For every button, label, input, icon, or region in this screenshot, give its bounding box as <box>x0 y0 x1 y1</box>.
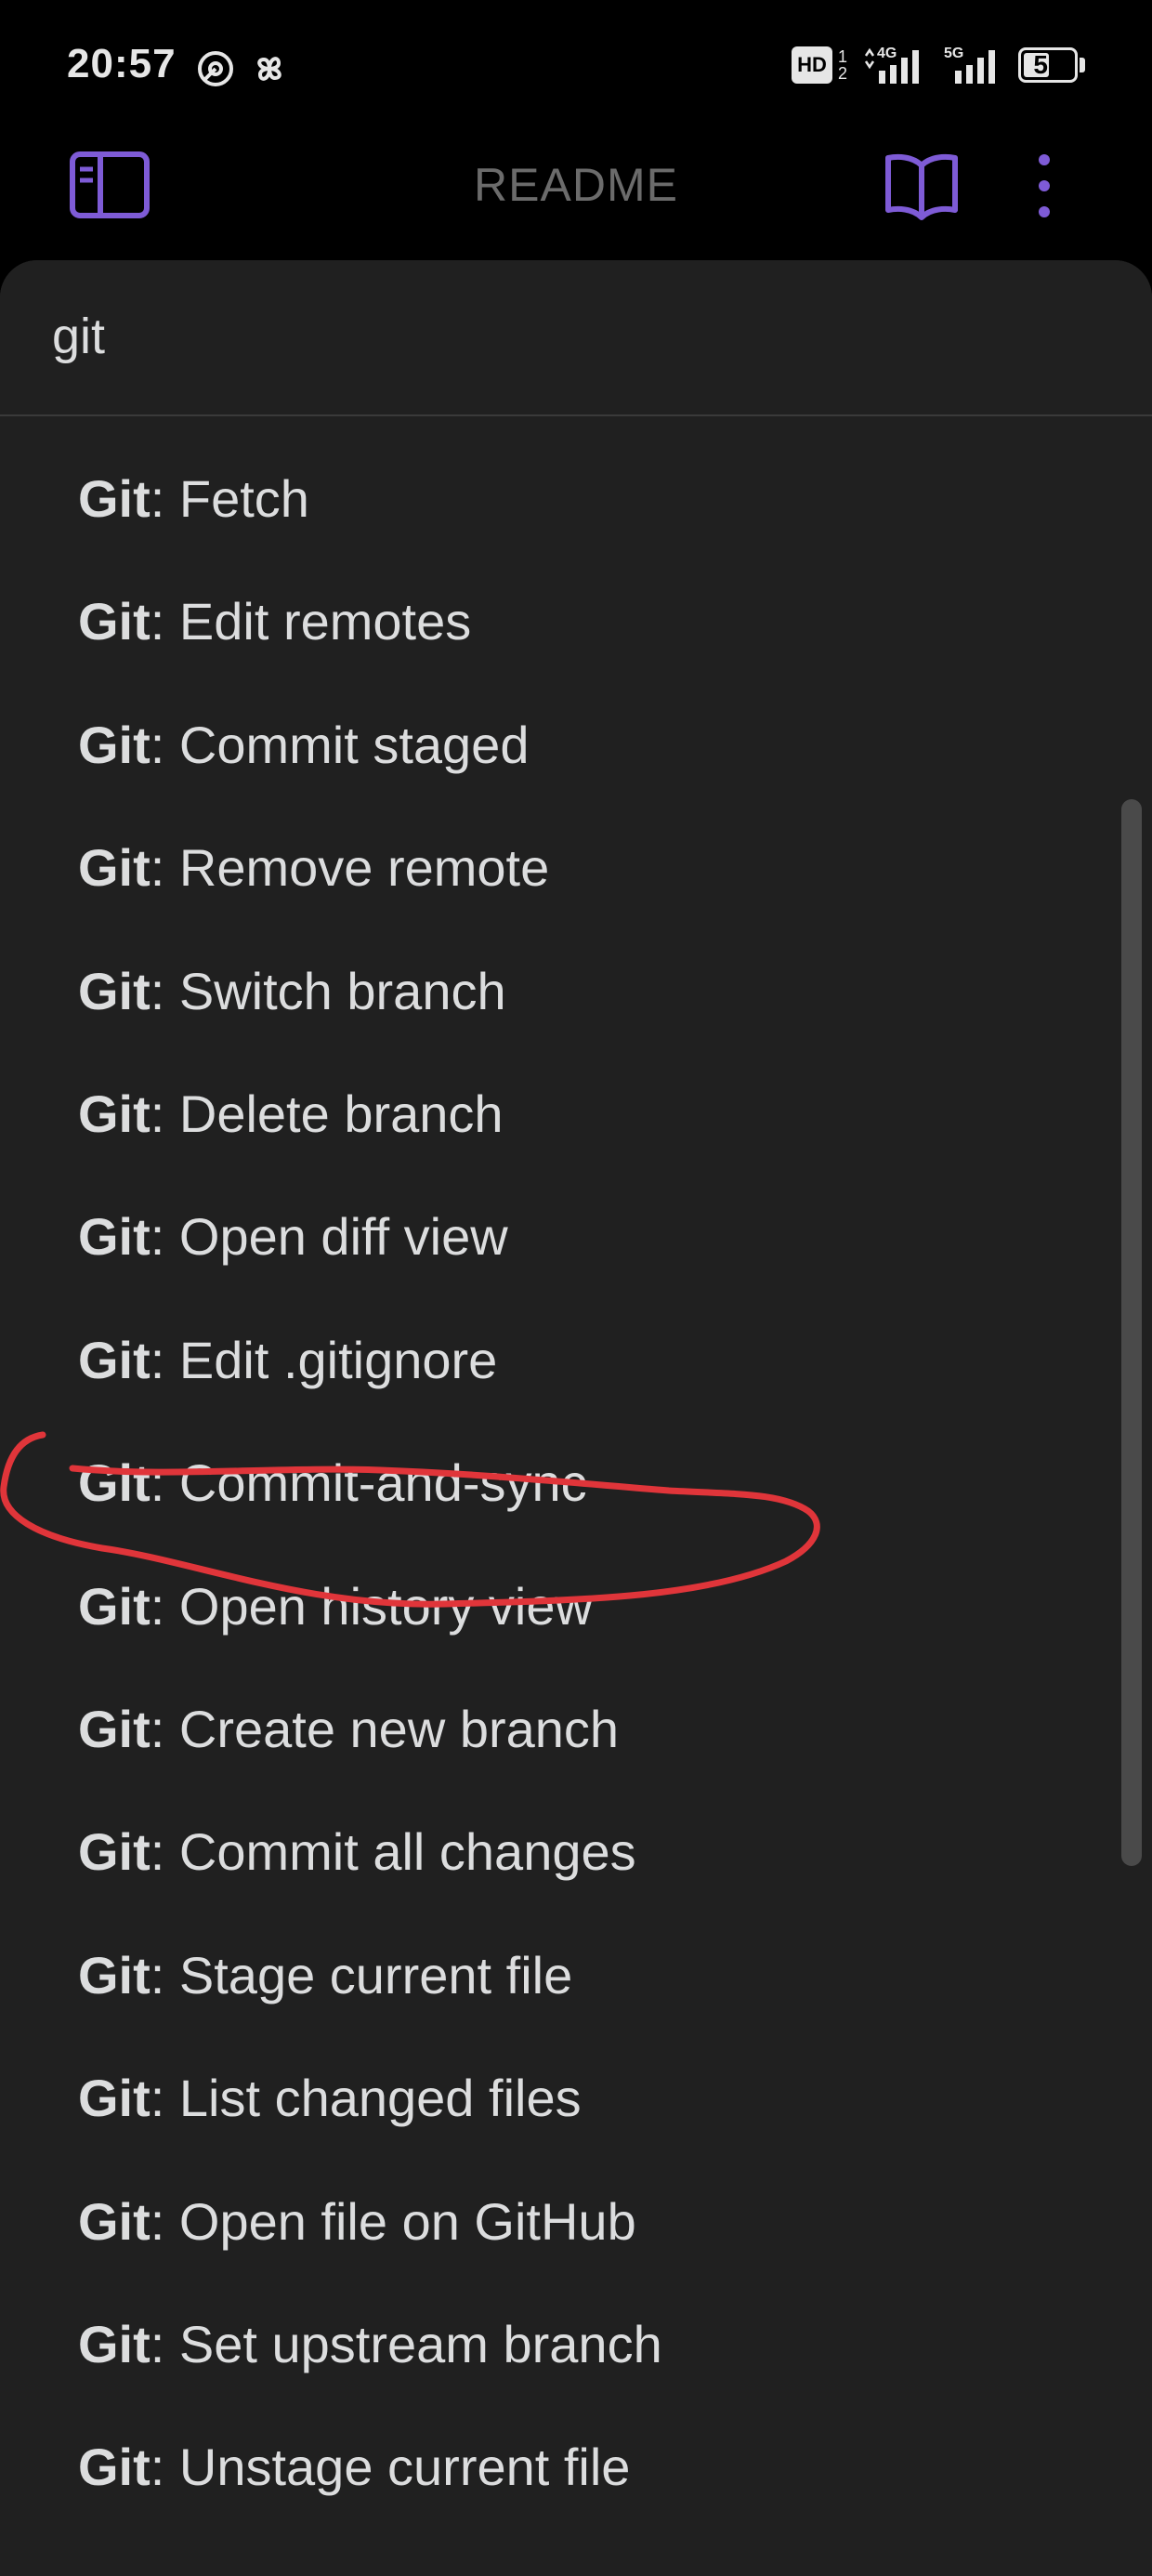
command-search-input[interactable] <box>52 299 981 374</box>
command-item-label: : Unstage current file <box>150 2438 631 2497</box>
command-item[interactable]: Git: Push <box>0 416 1096 437</box>
command-item-prefix: Git <box>78 2191 151 2251</box>
pinwheel-icon <box>257 57 281 81</box>
more-options-icon[interactable] <box>1028 149 1061 223</box>
command-item[interactable]: Git: Open file on GitHub <box>0 2160 1096 2282</box>
command-item-prefix: Git <box>78 2314 151 2373</box>
command-item[interactable]: Git: Edit remotes <box>0 560 1096 683</box>
command-item-prefix: Git <box>78 961 151 1020</box>
result-list: Git: PushGit: FetchGit: Edit remotesGit:… <box>0 416 1096 2529</box>
command-results[interactable]: Git: PushGit: FetchGit: Edit remotesGit:… <box>0 416 1152 2576</box>
battery-level: 51 <box>1033 50 1063 79</box>
command-item-prefix: Git <box>78 1207 151 1267</box>
command-item[interactable]: Git: Open history view <box>0 1544 1096 1667</box>
command-item-label: : Commit staged <box>150 715 530 774</box>
command-item-label: : Open history view <box>150 1576 593 1636</box>
command-item-label: : Edit .gitignore <box>150 1330 498 1389</box>
search-row <box>0 260 1152 416</box>
command-item-prefix: Git <box>78 2438 151 2497</box>
command-item[interactable]: Git: Set upstream branch <box>0 2282 1096 2405</box>
command-item-prefix: Git <box>78 1822 151 1882</box>
battery-cap <box>1080 58 1085 72</box>
command-item-label: : Edit remotes <box>150 592 472 651</box>
command-item-prefix: Git <box>78 715 151 774</box>
signal-icon: 4G <box>864 46 919 84</box>
command-item-prefix: Git <box>78 592 151 651</box>
command-item-prefix: Git <box>78 1699 151 1758</box>
command-item[interactable]: Git: List changed files <box>0 2036 1096 2159</box>
command-item[interactable]: Git: Unstage current file <box>0 2406 1096 2529</box>
command-item-prefix: Git <box>78 1084 151 1144</box>
command-item[interactable]: Git: Edit .gitignore <box>0 1298 1096 1421</box>
command-item-label: : Stage current file <box>150 1945 573 2004</box>
sim-index: 1 2 <box>837 47 847 83</box>
command-item-label: : Commit all changes <box>150 1822 636 1882</box>
battery-icon: 51 <box>1018 47 1078 83</box>
command-item[interactable]: Git: Remove remote <box>0 807 1096 929</box>
command-item[interactable]: Git: Stage current file <box>0 1913 1096 2036</box>
command-item-prefix: Git <box>78 1330 151 1389</box>
net-type-label: 4G <box>877 46 897 61</box>
reading-mode-icon[interactable] <box>883 149 961 221</box>
command-item-label: : Open diff view <box>150 1207 508 1267</box>
command-item-label: : Fetch <box>150 469 309 529</box>
command-item-prefix: Git <box>78 1453 151 1513</box>
command-item[interactable]: Git: Create new branch <box>0 1667 1096 1790</box>
hd-badge: HD <box>791 46 832 84</box>
command-item-prefix: Git <box>78 2069 151 2128</box>
command-item-label: : Delete branch <box>150 1084 504 1144</box>
status-time: 20:57 <box>67 41 177 86</box>
command-item-label: : Switch branch <box>150 961 506 1020</box>
command-item[interactable]: Git: Commit-and-sync <box>0 1422 1096 1544</box>
command-item-prefix: Git <box>78 838 151 898</box>
command-item[interactable]: Git: Switch branch <box>0 929 1096 1052</box>
command-item-label: : Remove remote <box>150 838 550 898</box>
status-bar: 20:57 HD 1 2 4G 5G 51 <box>0 0 1152 130</box>
net-type-label: 5G <box>944 46 963 61</box>
command-item[interactable]: Git: Commit all changes <box>0 1791 1096 1913</box>
scrollbar-thumb[interactable] <box>1121 799 1142 1866</box>
command-item-label: : List changed files <box>150 2069 582 2128</box>
cast-icon <box>198 51 233 86</box>
command-palette: Git: PushGit: FetchGit: Edit remotesGit:… <box>0 260 1152 2576</box>
command-item-label: : Create new branch <box>150 1699 620 1758</box>
command-item-prefix: Git <box>78 1576 151 1636</box>
command-item-label: : Open file on GitHub <box>150 2191 636 2251</box>
status-indicators: HD 1 2 4G 5G 51 <box>791 43 1085 87</box>
command-item-label: : Commit-and-sync <box>150 1453 587 1513</box>
command-item-prefix: Git <box>78 469 151 529</box>
page-title: README <box>474 159 678 211</box>
command-item[interactable]: Git: Commit staged <box>0 683 1096 806</box>
command-item[interactable]: Git: Fetch <box>0 437 1096 559</box>
command-item[interactable]: Git: Delete branch <box>0 1052 1096 1175</box>
app-header: README <box>0 130 1152 260</box>
command-item-label: : Set upstream branch <box>150 2314 662 2373</box>
command-item-prefix: Git <box>78 1945 151 2004</box>
command-item[interactable]: Git: Open diff view <box>0 1176 1096 1298</box>
signal-icon: 5G <box>944 46 995 84</box>
